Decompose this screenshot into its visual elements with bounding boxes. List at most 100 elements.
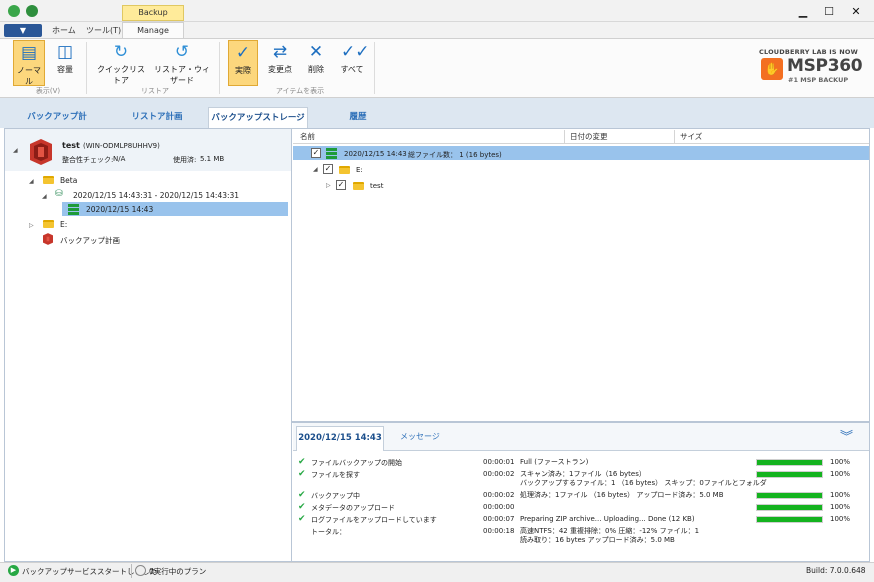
minimize-button[interactable]: ▁ bbox=[790, 3, 816, 21]
collapse-chevron-icon[interactable]: ︾ bbox=[840, 426, 853, 445]
log-step-time: 00:00:01 bbox=[483, 458, 515, 466]
consistency-label: 整合性チェック: bbox=[62, 156, 114, 164]
show-actual-button[interactable]: ✓ 実際 bbox=[228, 40, 258, 86]
quick-restore-label: クイックリストア bbox=[97, 65, 145, 85]
show-actual-label: 実際 bbox=[235, 66, 251, 75]
close-button[interactable]: ✕ bbox=[843, 3, 869, 21]
view-normal-button[interactable]: ▤ ノーマル bbox=[13, 40, 45, 86]
show-all-label: すべて bbox=[340, 65, 364, 74]
folder-icon bbox=[43, 176, 54, 184]
log-row: ✔ ログファイルをアップロードしています 00:00:07 Preparing ZIP… bbox=[298, 514, 864, 526]
log-progress-fill bbox=[757, 472, 822, 477]
msp360-logo: CLOUDBERRY LAB IS NOW ✋ MSP360 #1 MSP BA… bbox=[754, 48, 863, 88]
file-row-folder[interactable]: test bbox=[370, 182, 383, 190]
log-step-detail: Preparing ZIP archive... Uploading... Do… bbox=[520, 515, 695, 524]
tree-item-drive-e[interactable]: E: bbox=[60, 220, 67, 229]
restore-wizard-button[interactable]: ↺ リストア・ウィザード bbox=[152, 40, 212, 86]
tab-session-details[interactable]: 2020/12/15 14:43 bbox=[296, 426, 384, 451]
log-step-time: 00:00:07 bbox=[483, 515, 515, 523]
msp360-logo-icon: ✋ bbox=[761, 58, 783, 80]
drive-checkbox[interactable]: ✓ bbox=[323, 164, 333, 174]
tab-restore-plans[interactable]: リストア計画 bbox=[126, 107, 188, 129]
log-progress-percent: 100% bbox=[830, 491, 851, 499]
column-separator[interactable] bbox=[674, 130, 675, 143]
refresh-icon[interactable] bbox=[26, 5, 38, 17]
build-version: Build: 7.0.0.648 bbox=[806, 566, 866, 575]
ribbon-separator bbox=[86, 42, 87, 94]
file-menu-button[interactable]: ▼ bbox=[4, 24, 42, 37]
log-progress-percent: 100% bbox=[830, 503, 851, 511]
show-changes-label: 変更点 bbox=[268, 65, 292, 74]
column-header-modified[interactable]: 日付の変更 bbox=[570, 131, 608, 142]
log-row: ✔ バックアップ中 00:00:02 処理済み：1ファイル （16 bytes） アッ… bbox=[298, 490, 864, 502]
app-icon bbox=[8, 5, 20, 17]
tree-item-backup-plan[interactable]: バックアップ計画 bbox=[60, 235, 120, 246]
log-step-detail-line: バックアップするファイル：1 （16 bytes） スキップ：0ファイルとフォル… bbox=[520, 478, 767, 487]
log-step-name: ファイルを探す bbox=[311, 471, 360, 479]
tab-tools[interactable]: ツール(T) bbox=[86, 24, 121, 38]
tab-backup-storage[interactable]: バックアップストレージ bbox=[208, 107, 308, 129]
folder-icon bbox=[43, 220, 54, 228]
tree-item-range[interactable]: 2020/12/15 14:43:31 - 2020/12/15 14:43:3… bbox=[73, 191, 239, 200]
tab-history[interactable]: 履歴 bbox=[340, 107, 376, 129]
log-progress-fill bbox=[757, 460, 822, 465]
collapse-icon[interactable]: ◢ bbox=[313, 166, 318, 173]
log-total-detail-line: 高速NTFS：42 重複排除：0% 圧縮：-12% ファイル：1 bbox=[520, 527, 700, 535]
show-all-button[interactable]: ✓✓ すべて bbox=[336, 40, 370, 86]
tree-item-session[interactable]: 2020/12/15 14:43 bbox=[86, 205, 153, 214]
check-icon: ✓ bbox=[235, 43, 251, 63]
collapse-icon[interactable]: ◢ bbox=[29, 178, 34, 185]
file-row-drive[interactable]: E: bbox=[356, 166, 363, 174]
folder-checkbox[interactable]: ✓ bbox=[336, 180, 346, 190]
amazon-s3-icon bbox=[43, 233, 53, 245]
logo-name: MSP360 bbox=[787, 56, 863, 76]
quick-restore-button[interactable]: ↻ クイックリストア bbox=[94, 40, 148, 86]
log-progress-percent: 100% bbox=[830, 458, 851, 466]
expand-icon[interactable]: ▷ bbox=[29, 222, 34, 229]
ribbon-separator bbox=[219, 42, 220, 94]
collapse-icon[interactable]: ◢ bbox=[13, 147, 18, 154]
log-step-name: メタデータのアップロード bbox=[311, 504, 395, 512]
view-capacity-button[interactable]: ◫ 容量 bbox=[50, 40, 80, 86]
log-step-detail: スキャン済み：1ファイル（16 bytes） バックアップするファイル：1 （16… bbox=[520, 470, 767, 487]
log-total-row: トータル： 00:00:18 高速NTFS：42 重複排除：0% 圧縮：-12%… bbox=[298, 526, 864, 544]
tab-backup-plans[interactable]: バックアップ計画 bbox=[24, 107, 90, 142]
log-step-name: ファイルバックアップの開始 bbox=[311, 459, 402, 467]
collapse-icon[interactable]: ◢ bbox=[42, 193, 47, 200]
backup-version-icon bbox=[68, 204, 79, 215]
tab-messages[interactable]: メッセージ bbox=[400, 431, 440, 442]
context-tab-label: Backup Storage bbox=[122, 5, 184, 31]
show-changes-button[interactable]: ⇄ 変更点 bbox=[264, 40, 296, 86]
restore-wizard-label: リストア・ウィザード bbox=[154, 65, 210, 85]
backup-version-icon bbox=[326, 148, 337, 159]
used-label: 使用済: bbox=[173, 156, 197, 164]
log-progress-percent: 100% bbox=[830, 515, 851, 523]
success-check-icon: ✔ bbox=[298, 514, 306, 524]
tab-home[interactable]: ホーム bbox=[52, 24, 76, 38]
log-progress-bar bbox=[756, 516, 823, 523]
log-row: ✔ メタデータのアップロード 00:00:00 100% bbox=[298, 502, 864, 514]
session-checkbox[interactable]: ✓ bbox=[311, 148, 321, 158]
double-check-icon: ✓✓ bbox=[341, 42, 370, 62]
success-check-icon: ✔ bbox=[298, 469, 306, 479]
file-list-pane bbox=[292, 128, 870, 422]
log-step-time: 00:00:02 bbox=[483, 491, 515, 499]
log-step-detail: Full (ファーストラン) bbox=[520, 458, 588, 467]
column-separator[interactable] bbox=[564, 130, 565, 143]
play-icon: ▶ bbox=[8, 565, 19, 576]
show-deleted-button[interactable]: ✕ 削除 bbox=[302, 40, 330, 86]
used-value: 5.1 MB bbox=[200, 155, 225, 163]
status-separator bbox=[131, 564, 132, 578]
log-row: ✔ ファイルバックアップの開始 00:00:01 Full (ファーストラン) 100% bbox=[298, 457, 864, 469]
group-label-view: 表示(V) bbox=[35, 87, 61, 95]
tree-item-beta[interactable]: Beta bbox=[60, 176, 77, 185]
column-header-size[interactable]: サイズ bbox=[680, 131, 702, 142]
expand-icon[interactable]: ▷ bbox=[326, 182, 331, 189]
tab-manage[interactable]: Manage bbox=[122, 22, 184, 39]
log-total-time: 00:00:18 bbox=[483, 527, 515, 535]
session-info: 総ファイル数： 1 (16 bytes) bbox=[408, 151, 502, 159]
maximize-button[interactable]: ☐ bbox=[816, 3, 842, 21]
log-progress-bar bbox=[756, 471, 823, 478]
column-header-name[interactable]: 名前 bbox=[300, 131, 315, 142]
status-running-plans: 0実行中のプラン bbox=[149, 567, 207, 576]
